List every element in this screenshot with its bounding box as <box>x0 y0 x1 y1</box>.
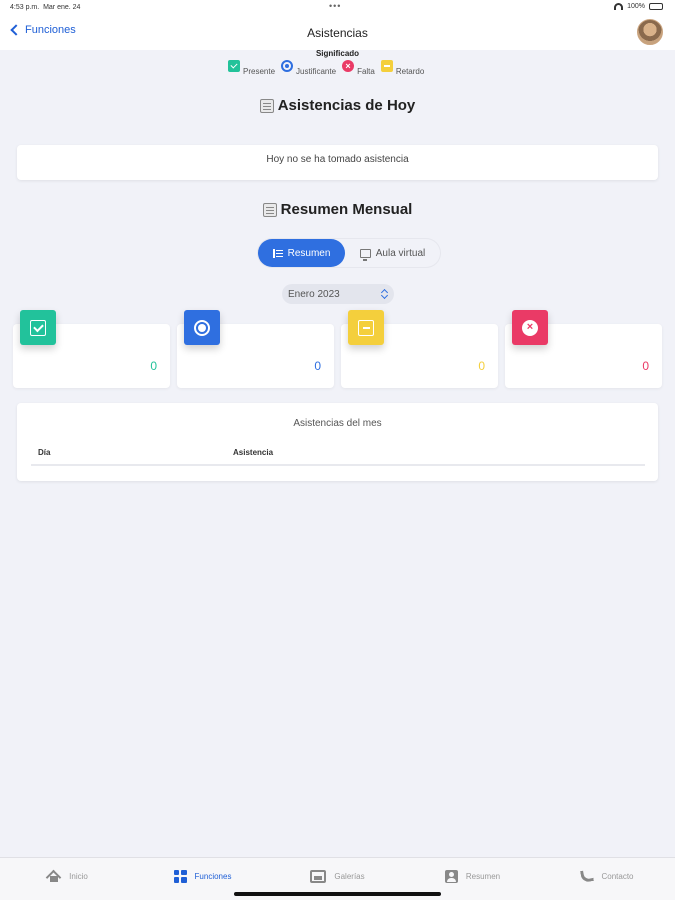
legend-label: Retardo <box>395 67 425 76</box>
month-table-title: Asistencias del mes <box>293 418 382 429</box>
segment-resumen[interactable]: Resumen <box>258 239 345 267</box>
column-header-asistencia: Asistencia <box>233 448 274 457</box>
column-header-dia: Día <box>38 448 51 457</box>
dash-icon <box>380 60 393 72</box>
home-indicator <box>234 892 441 896</box>
tab-galerias[interactable]: Galerías <box>270 858 405 894</box>
today-heading-text: Asistencias de Hoy <box>277 97 416 114</box>
x-icon: × <box>522 319 538 336</box>
calendar-icon <box>259 98 274 113</box>
monthly-heading-text: Resumen Mensual <box>280 201 413 218</box>
radio-icon <box>281 60 294 72</box>
battery-icon <box>649 3 663 10</box>
legend-item-justificante: Justificante <box>281 60 336 76</box>
view-segmented-control: Resumen Aula virtual <box>258 239 440 267</box>
wifi-icon <box>614 3 624 10</box>
segment-aula-virtual[interactable]: Aula virtual <box>345 239 440 267</box>
today-empty-message: Hoy no se ha tomado asistencia <box>266 154 409 165</box>
battery-percent: 100% <box>627 3 645 10</box>
stat-badge-presente <box>20 310 56 345</box>
tab-label: Galerías <box>334 871 365 881</box>
legend-item-retardo: Retardo <box>380 60 425 76</box>
tab-label: Inicio <box>69 871 88 881</box>
tab-funciones[interactable]: Funciones <box>135 858 270 894</box>
table-divider <box>31 464 645 466</box>
stat-badge-falta: × <box>512 310 548 345</box>
grid-icon <box>173 869 187 883</box>
scroll-icon <box>262 202 277 217</box>
today-empty-card: Hoy no se ha tomado asistencia <box>17 145 658 180</box>
legend: Presente Justificante × Falta Retardo <box>228 60 430 76</box>
home-icon <box>47 870 61 882</box>
multitask-dots[interactable]: ••• <box>329 1 341 11</box>
status-date: Mar ene. 24 <box>43 4 81 11</box>
legend-label: Justificante <box>296 67 337 76</box>
monitor-icon <box>359 248 371 261</box>
legend-title: Significado <box>315 49 360 58</box>
stat-value-falta: 0 <box>642 359 649 373</box>
legend-label: Falta <box>357 67 375 76</box>
person-card-icon <box>444 869 458 883</box>
month-select[interactable]: Enero 2023 <box>282 284 394 304</box>
stat-badge-justificante <box>184 310 220 345</box>
avatar[interactable] <box>637 19 663 45</box>
tab-contacto[interactable]: Contacto <box>540 858 675 894</box>
month-select-value: Enero 2023 <box>288 288 340 300</box>
stat-value-presente: 0 <box>150 359 157 373</box>
status-bar: 4:53 p.m. Mar ene. 24 ••• 100% <box>0 0 675 16</box>
list-icon <box>272 248 283 258</box>
page-title: Asistencias <box>307 26 368 40</box>
legend-label: Presente <box>243 67 276 76</box>
status-time-text: 4:53 p.m. <box>10 4 40 11</box>
monthly-heading: Resumen Mensual <box>0 201 675 218</box>
dash-icon <box>358 319 374 336</box>
stat-value-retardo: 0 <box>478 359 485 373</box>
x-icon: × <box>342 60 355 72</box>
status-time: 4:53 p.m. Mar ene. 24 <box>10 4 80 11</box>
chevron-updown-icon <box>381 289 388 299</box>
segment-label: Resumen <box>287 247 331 259</box>
tab-label: Contacto <box>601 871 634 881</box>
check-icon <box>30 319 46 336</box>
phone-icon <box>580 869 595 883</box>
month-attendance-card: Asistencias del mes Día Asistencia <box>17 403 658 481</box>
radio-icon <box>194 319 210 336</box>
status-right: 100% <box>614 3 663 10</box>
stat-value-justificante: 0 <box>314 359 321 373</box>
today-heading: Asistencias de Hoy <box>0 97 675 114</box>
tab-inicio[interactable]: Inicio <box>0 858 135 894</box>
legend-item-falta: × Falta <box>342 60 375 76</box>
stat-badge-retardo <box>348 310 384 345</box>
tab-label: Funciones <box>194 871 232 881</box>
tab-label: Resumen <box>465 871 501 881</box>
legend-item-presente: Presente <box>228 60 275 76</box>
check-icon <box>228 60 240 72</box>
navigation-bar: Funciones Asistencias <box>0 16 675 50</box>
tab-resumen[interactable]: Resumen <box>405 858 540 894</box>
segment-label: Aula virtual <box>375 247 426 259</box>
photo-icon <box>310 869 327 883</box>
